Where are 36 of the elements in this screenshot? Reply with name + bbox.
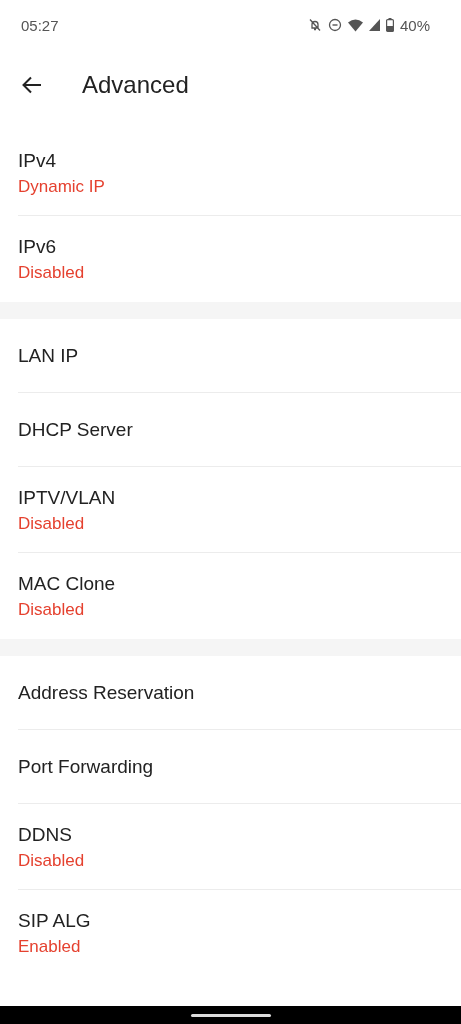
- battery-icon: [385, 18, 394, 32]
- settings-item[interactable]: IPv6 Disabled: [0, 216, 461, 302]
- settings-item[interactable]: DHCP Server: [0, 393, 461, 467]
- item-title: Port Forwarding: [18, 756, 155, 778]
- settings-item[interactable]: Address Reservation: [0, 656, 461, 730]
- item-title: SIP ALG: [18, 909, 92, 932]
- item-status: Disabled: [18, 513, 86, 534]
- item-title: IPv6: [18, 235, 58, 258]
- home-handle[interactable]: [190, 1013, 271, 1017]
- do-not-disturb-icon: [327, 18, 342, 32]
- item-status: Disabled: [18, 850, 86, 871]
- settings-item[interactable]: IPTV/VLAN Disabled: [0, 467, 461, 553]
- page-title: Advanced: [82, 71, 189, 99]
- settings-item[interactable]: MAC Clone Disabled: [0, 553, 461, 639]
- item-status: Disabled: [18, 262, 86, 283]
- item-title: Address Reservation: [18, 682, 196, 704]
- settings-item[interactable]: IPv4 Dynamic IP: [0, 130, 461, 216]
- item-title: LAN IP: [18, 345, 80, 367]
- wifi-icon: [347, 18, 363, 32]
- item-title: IPv4: [18, 149, 58, 172]
- settings-item[interactable]: DDNS Disabled: [0, 804, 461, 890]
- status-time: 05:27: [21, 16, 59, 34]
- item-status: Dynamic IP: [18, 176, 106, 197]
- signal-icon: [368, 19, 380, 31]
- item-title: DDNS: [18, 823, 73, 846]
- item-title: MAC Clone: [18, 572, 117, 595]
- item-title: IPTV/VLAN: [18, 486, 117, 509]
- settings-item[interactable]: SIP ALG Enabled: [0, 890, 461, 976]
- item-status: Disabled: [18, 599, 86, 620]
- item-status: Enabled: [18, 936, 82, 957]
- settings-item[interactable]: Port Forwarding: [0, 730, 461, 804]
- back-arrow-icon[interactable]: [22, 76, 42, 94]
- item-title: DHCP Server: [18, 419, 134, 441]
- battery-percent: 40%: [399, 16, 430, 34]
- settings-item[interactable]: LAN IP: [0, 319, 461, 393]
- bell-off-icon: [307, 18, 322, 32]
